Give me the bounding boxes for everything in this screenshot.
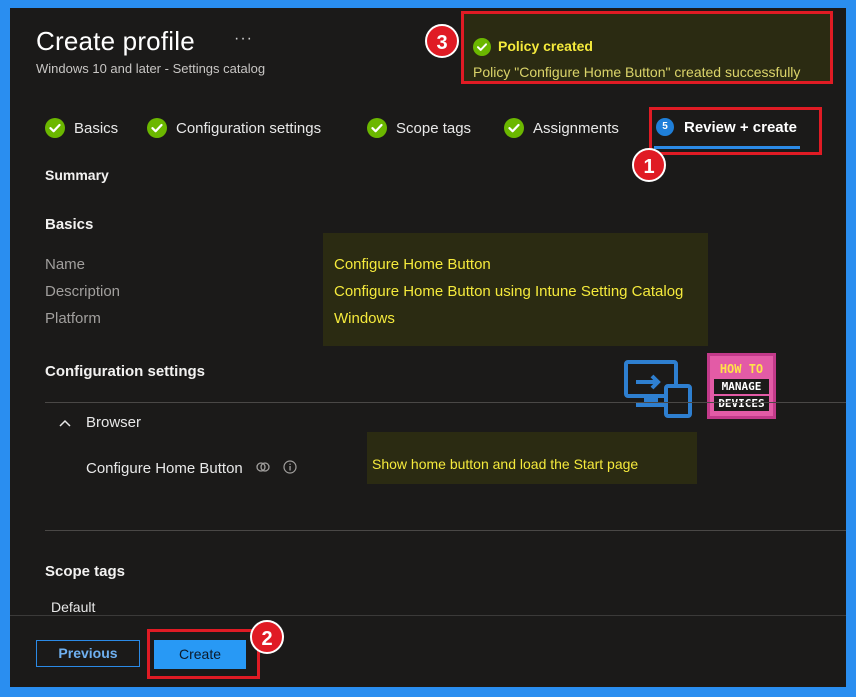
tab-scope-tags[interactable]: Scope tags	[367, 118, 471, 138]
basics-heading: Basics	[45, 216, 94, 233]
policy-created-notification[interactable]: Policy created Policy "Configure Home Bu…	[461, 11, 833, 84]
create-profile-blade: Create profile ··· Windows 10 and later …	[10, 8, 846, 687]
page-subtitle: Windows 10 and later - Settings catalog	[36, 61, 266, 76]
name-value: Configure Home Button	[334, 256, 491, 273]
previous-button[interactable]: Previous	[36, 640, 140, 667]
description-label: Description	[45, 283, 121, 300]
step-complete-icon	[45, 118, 65, 138]
tab-basics[interactable]: Basics	[45, 118, 118, 138]
configure-home-button-label: Configure Home Button	[86, 460, 243, 477]
tab-assignments[interactable]: Assignments	[504, 118, 619, 138]
more-options-button[interactable]: ···	[234, 30, 253, 48]
chevron-up-icon	[59, 419, 71, 427]
notification-message: Policy "Configure Home Button" created s…	[473, 64, 801, 80]
platform-value: Windows	[334, 310, 395, 327]
annotation-badge-1: 1	[632, 148, 666, 182]
configure-home-button-value: Show home button and load the Start page	[372, 456, 639, 472]
summary-heading: Summary	[45, 167, 109, 183]
linked-settings-icon[interactable]	[256, 460, 270, 474]
configuration-settings-heading: Configuration settings	[45, 363, 205, 380]
wizard-footer: Previous Create 2	[10, 615, 846, 687]
monitor-devices-icon	[624, 360, 692, 418]
section-divider	[45, 402, 846, 403]
how-to-manage-devices-logo: HOW TO MANAGE DEVICES	[707, 353, 776, 419]
name-label: Name	[45, 256, 86, 273]
description-value: Configure Home Button using Intune Setti…	[334, 283, 684, 300]
tab-label: Scope tags	[396, 119, 472, 137]
annotation-badge-3: 3	[425, 24, 459, 58]
step-complete-icon	[367, 118, 387, 138]
browser-group-label: Browser	[86, 414, 142, 431]
browser-group-toggle[interactable]: Browser	[58, 414, 141, 431]
create-button[interactable]: Create	[154, 640, 246, 669]
tab-label: Basics	[74, 119, 119, 137]
tab-label: Assignments	[533, 119, 619, 137]
scope-tag-value: Default	[51, 599, 96, 615]
platform-label: Platform	[45, 310, 101, 327]
info-icon[interactable]	[283, 460, 297, 474]
section-divider	[45, 530, 846, 531]
step-complete-icon	[147, 118, 167, 138]
page-title: Create profile	[36, 26, 195, 56]
success-check-icon	[473, 38, 491, 56]
active-tab-indicator	[654, 146, 800, 149]
step-complete-icon	[504, 118, 524, 138]
scope-tags-heading: Scope tags	[45, 563, 126, 580]
notification-title: Policy created	[498, 38, 593, 54]
tab-configuration-settings[interactable]: Configuration settings	[147, 118, 321, 138]
annotation-badge-2: 2	[250, 620, 284, 654]
tab-label: Configuration settings	[176, 119, 322, 137]
